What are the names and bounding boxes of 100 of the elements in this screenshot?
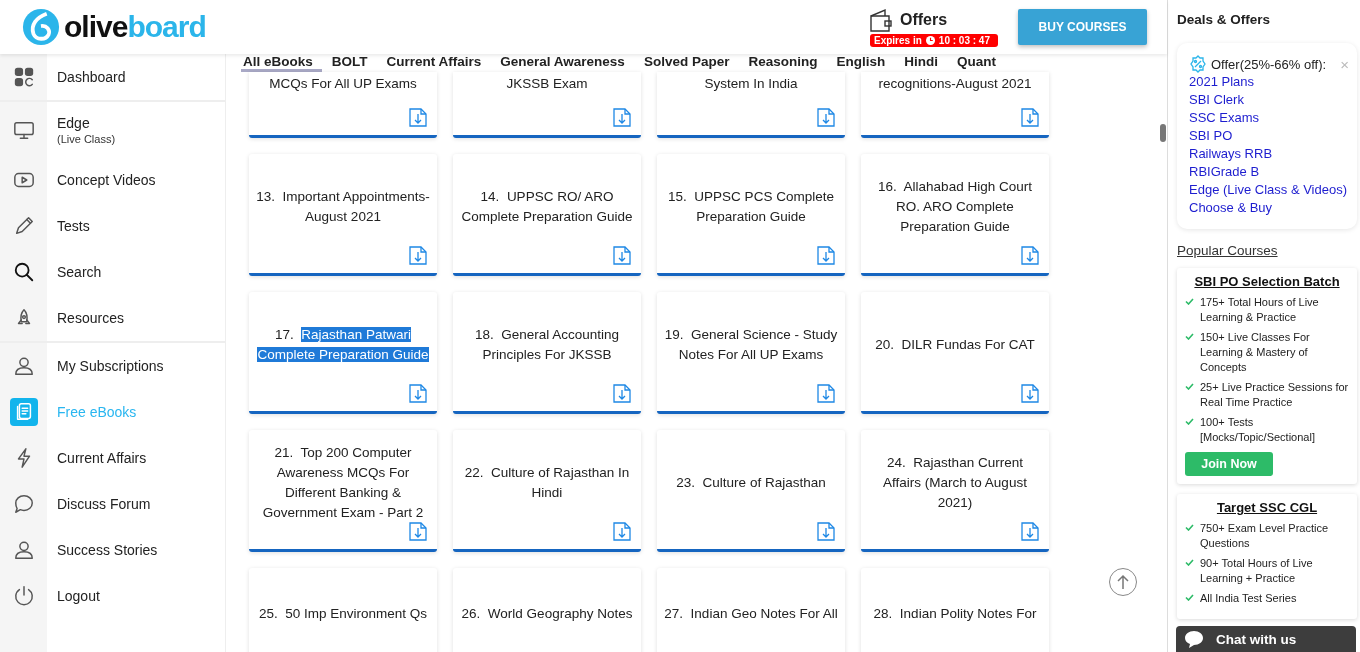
download-icon[interactable] <box>613 522 631 541</box>
offer-link[interactable]: SBI Clerk <box>1189 91 1349 109</box>
ebook-card[interactable]: 17. Rajasthan Patwari Complete Preparation Guide <box>249 292 437 414</box>
sidebar-item[interactable]: Discuss Forum <box>57 496 151 512</box>
ebook-title[interactable]: 19. General Science - Study Notes For All UP Exams <box>663 324 839 365</box>
ebook-card[interactable]: 15. UPPSC PCS Complete Preparation Guide <box>657 154 845 276</box>
download-icon[interactable] <box>817 522 835 541</box>
ebook-title[interactable]: 15. UPPSC PCS Complete Preparation Guide <box>663 186 839 227</box>
download-icon[interactable] <box>613 108 631 127</box>
offer-link[interactable]: 2021 Plans <box>1189 73 1349 91</box>
scroll-to-top-button[interactable] <box>1109 568 1137 596</box>
ebook-title[interactable]: 17. Rajasthan Patwari Complete Preparation Guide <box>255 324 431 365</box>
download-icon[interactable] <box>1021 384 1039 403</box>
ebook-card[interactable]: 16. Allahabad High Court RO. ARO Complete Preparation Guide <box>861 154 1049 276</box>
popular-courses-link[interactable]: Popular Courses <box>1177 243 1278 258</box>
sidebar-item[interactable]: Resources <box>57 310 124 326</box>
ebook-card[interactable]: 22. Culture of Rajasthan In Hindi <box>453 430 641 552</box>
ebook-title[interactable]: System In India <box>704 74 798 94</box>
ebook-title[interactable]: 26. World Geography Notes <box>461 604 633 624</box>
ebook-title[interactable]: MCQs For All UP Exams <box>269 74 417 94</box>
sidebar-item[interactable]: Success Stories <box>57 542 158 558</box>
offer-link[interactable]: Edge (Live Class & Videos) <box>1189 181 1349 199</box>
ebook-card[interactable]: 19. General Science - Study Notes For All UP Exams <box>657 292 845 414</box>
check-icon <box>1185 524 1194 531</box>
search-icon <box>12 261 35 283</box>
offer-label: Offer(25%-66% off): <box>1211 56 1327 72</box>
sidebar-item[interactable]: Logout <box>57 588 100 604</box>
ebook-card[interactable]: 20. DILR Fundas For CAT <box>861 292 1049 414</box>
download-icon[interactable] <box>1021 246 1039 265</box>
download-icon[interactable] <box>1021 108 1039 127</box>
category-tab[interactable]: General Awareness <box>498 54 634 72</box>
download-icon[interactable] <box>409 522 427 541</box>
download-icon[interactable] <box>409 384 427 403</box>
ebook-title[interactable]: 13. Important Appointments-August 2021 <box>255 186 431 227</box>
sidebar-item[interactable]: Tests <box>57 218 90 234</box>
ebook-card[interactable]: 27. Indian Geo Notes For All <box>657 568 845 652</box>
ebook-title[interactable]: 27. Indian Geo Notes For All <box>664 604 838 624</box>
offer-link[interactable]: SBI PO <box>1189 127 1349 145</box>
ebook-title[interactable]: 21. Top 200 Computer Awareness MCQs For Different Banking & Government Exam - Part 2 <box>255 442 431 523</box>
ebook-card[interactable]: MCQs For All UP Exams <box>249 72 437 138</box>
chat-widget-button[interactable]: Chat with us <box>1176 626 1356 652</box>
ebook-title[interactable]: 16. Allahabad High Court RO. ARO Complete Preparation Guide <box>867 176 1043 237</box>
ebook-title[interactable]: 24. Rajasthan Current Affairs (March to August 2021) <box>867 452 1043 513</box>
download-icon[interactable] <box>409 246 427 265</box>
ebook-card[interactable]: 23. Culture of Rajasthan <box>657 430 845 552</box>
download-icon[interactable] <box>613 384 631 403</box>
ebook-card[interactable]: 21. Top 200 Computer Awareness MCQs For Different Banking & Government Exam - Part 2 <box>249 430 437 552</box>
ebook-title[interactable]: 25. 50 Imp Environment Qs <box>258 604 428 624</box>
sidebar-item[interactable]: Edge <box>57 114 116 131</box>
ebook-title[interactable]: 22. Culture of Rajasthan In Hindi <box>459 462 635 503</box>
download-icon[interactable] <box>409 108 427 127</box>
ebook-card[interactable]: JKSSB Exam <box>453 72 641 138</box>
ebook-card[interactable]: 24. Rajasthan Current Affairs (March to August 2021) <box>861 430 1049 552</box>
offers-label[interactable]: Offers <box>900 10 948 29</box>
offer-link[interactable]: RBIGrade B <box>1189 163 1349 181</box>
ebook-card[interactable]: 25. 50 Imp Environment Qs <box>249 568 437 652</box>
ebook-card[interactable]: System In India <box>657 72 845 138</box>
category-tab[interactable]: Solved Paper <box>641 54 739 72</box>
ebook-card[interactable]: 13. Important Appointments-August 2021 <box>249 154 437 276</box>
sidebar-item[interactable]: Current Affairs <box>57 450 147 466</box>
user-icon <box>12 355 35 377</box>
category-tab[interactable]: Hindi <box>902 54 947 72</box>
category-tab[interactable]: Current Affairs <box>384 54 491 72</box>
ebook-card[interactable]: recognitions-August 2021 <box>861 72 1049 138</box>
category-tab[interactable]: BOLT <box>329 54 377 72</box>
category-tab[interactable]: Quant <box>954 54 1005 72</box>
download-icon[interactable] <box>1021 522 1039 541</box>
sidebar-icon-tile[interactable] <box>9 398 38 426</box>
category-tab[interactable]: Reasoning <box>746 54 827 72</box>
ebook-title[interactable]: 28. Indian Polity Notes For <box>873 604 1037 624</box>
course-title[interactable]: Target SSC CGL <box>1185 500 1349 515</box>
download-icon[interactable] <box>817 108 835 127</box>
scrollbar-thumb[interactable] <box>1160 124 1166 142</box>
offer-link[interactable]: Choose & Buy <box>1189 199 1349 217</box>
ebook-title[interactable]: recognitions-August 2021 <box>878 74 1032 94</box>
sidebar-item[interactable]: Search <box>57 264 102 280</box>
up-arrow-icon <box>1116 574 1130 590</box>
ebook-card[interactable]: 14. UPPSC RO/ ARO Complete Preparation Guide <box>453 154 641 276</box>
offer-link[interactable]: SSC Exams <box>1189 109 1349 127</box>
sidebar-item[interactable]: Concept Videos <box>57 172 156 188</box>
download-icon[interactable] <box>817 384 835 403</box>
ebook-title[interactable]: 23. Culture of Rajasthan <box>676 472 826 493</box>
wallet-icon <box>870 7 892 32</box>
category-tab[interactable]: English <box>834 54 895 72</box>
download-icon[interactable] <box>613 246 631 265</box>
ebook-card[interactable]: 28. Indian Polity Notes For <box>861 568 1049 652</box>
sidebar-item[interactable]: My Subscriptions <box>57 358 164 374</box>
ebook-card[interactable]: 26. World Geography Notes <box>453 568 641 652</box>
sidebar-item[interactable]: Dashboard <box>57 69 126 85</box>
course-feature: 750+ Exam Level Practice Questions <box>1200 521 1330 551</box>
download-icon[interactable] <box>817 246 835 265</box>
ebook-card[interactable]: 18. General Accounting Principles For JKSSB <box>453 292 641 414</box>
ebook-title[interactable]: 18. General Accounting Principles For JKSSB <box>459 324 635 365</box>
course-title[interactable]: SBI PO Selection Batch <box>1185 274 1349 289</box>
logo-text[interactable]: oliveboard <box>64 10 206 44</box>
ebook-title[interactable]: 14. UPPSC RO/ ARO Complete Preparation Guide <box>459 186 635 227</box>
offer-link[interactable]: Railways RRB <box>1189 145 1349 163</box>
course-feature: 25+ Live Practice Sessions for Real Time Practice <box>1200 380 1349 410</box>
ebook-title[interactable]: 20. DILR Fundas For CAT <box>875 334 1035 355</box>
ebook-title[interactable]: JKSSB Exam <box>506 74 588 94</box>
